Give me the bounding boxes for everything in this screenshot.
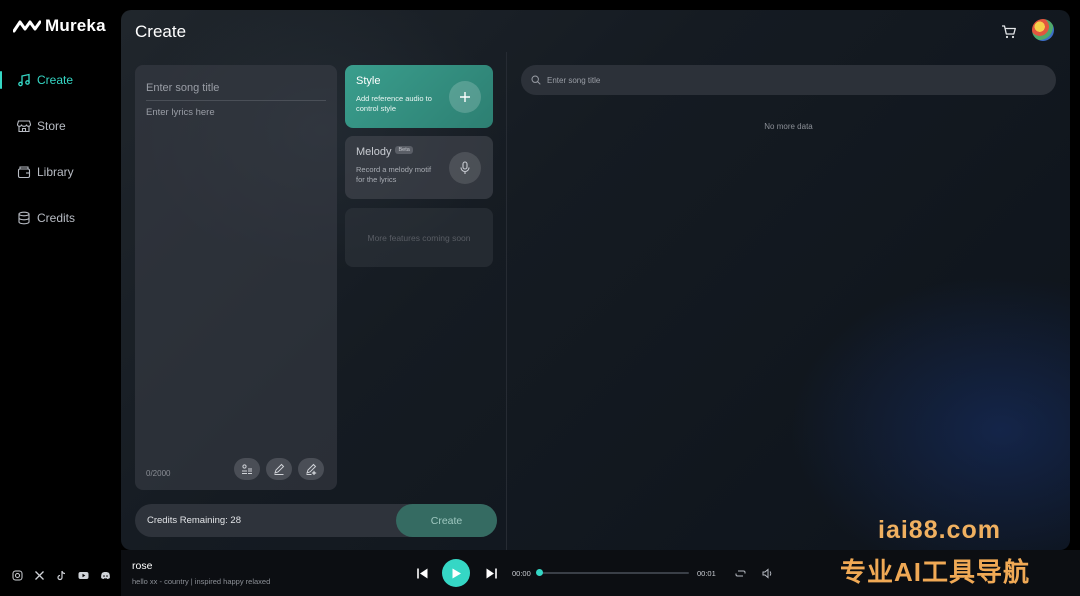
tiktok-icon[interactable] <box>56 570 67 581</box>
time-current: 00:00 <box>512 569 531 578</box>
sidebar-item-create[interactable]: Create <box>0 66 121 94</box>
credits-remaining: Credits Remaining: 28 <box>147 515 241 526</box>
create-button[interactable]: Create <box>396 504 497 537</box>
instagram-icon[interactable] <box>12 570 23 581</box>
track-title: rose <box>132 560 153 572</box>
style-card[interactable]: Style Add reference audio to control sty… <box>345 65 493 128</box>
skip-next-icon <box>486 568 497 578</box>
style-card-description: Add reference audio to control style <box>356 94 432 113</box>
song-search <box>521 65 1056 95</box>
logo[interactable]: Mureka <box>13 16 106 36</box>
store-icon <box>17 120 31 133</box>
add-style-button[interactable] <box>449 81 481 113</box>
panel-divider <box>506 52 507 550</box>
skip-previous-icon <box>416 568 427 578</box>
cart-icon[interactable] <box>1001 24 1017 40</box>
progress-bar[interactable] <box>536 569 689 576</box>
library-icon <box>17 166 31 179</box>
watermark-url: iai88.com <box>878 516 1001 544</box>
sidebar: Mureka Create Store Library Credits <box>0 0 121 596</box>
logo-text: Mureka <box>45 16 106 35</box>
logo-icon <box>13 20 41 33</box>
beta-badge: Beta <box>395 146 413 154</box>
discord-icon[interactable] <box>100 570 111 581</box>
lyrics-editor: 0/2000 <box>135 65 337 490</box>
search-input[interactable] <box>547 75 1027 85</box>
ai-lyrics-button[interactable] <box>298 458 324 480</box>
avatar[interactable] <box>1032 19 1054 41</box>
watermark-text: 专业AI工具导航 <box>840 557 1031 587</box>
music-note-icon <box>18 73 30 87</box>
empty-state-text: No more data <box>764 122 813 131</box>
credits-bar: Credits Remaining: 28 Create <box>135 504 497 537</box>
sidebar-item-label: Store <box>37 119 66 133</box>
volume-button[interactable] <box>761 567 773 579</box>
sidebar-item-label: Create <box>37 73 74 87</box>
pen-icon <box>274 463 285 475</box>
volume-icon <box>762 567 771 579</box>
melody-card-description: Record a melody motif for the lyrics <box>356 165 432 184</box>
melody-card-title: Melody Beta <box>356 146 413 158</box>
sidebar-item-store[interactable]: Store <box>0 112 121 140</box>
search-icon <box>531 75 541 85</box>
main-panel: Create 0/2000 Style Add reference audio … <box>121 10 1070 550</box>
lyrics-template-button[interactable] <box>234 458 260 480</box>
page-title: Create <box>135 22 187 41</box>
song-title-input[interactable] <box>146 75 326 101</box>
record-melody-button[interactable] <box>449 152 481 184</box>
plus-icon <box>460 92 470 102</box>
lyrics-input[interactable] <box>146 107 326 447</box>
microphone-icon <box>460 161 470 174</box>
previous-track-button[interactable] <box>414 565 430 581</box>
youtube-icon[interactable] <box>78 570 89 581</box>
database-icon <box>18 211 30 225</box>
sidebar-nav: Create Store Library Credits <box>0 66 121 250</box>
more-features-card: More features coming soon <box>345 208 493 267</box>
repeat-icon <box>735 570 745 576</box>
social-links <box>12 570 111 581</box>
sidebar-item-label: Credits <box>37 211 76 225</box>
sidebar-item-label: Library <box>37 165 74 179</box>
char-count: 0/2000 <box>146 469 171 478</box>
repeat-button[interactable] <box>734 567 746 579</box>
time-total: 00:01 <box>697 569 716 578</box>
next-track-button[interactable] <box>483 565 499 581</box>
sparkle-pen-icon <box>306 463 317 475</box>
write-lyrics-button[interactable] <box>266 458 292 480</box>
style-card-title: Style <box>356 75 381 87</box>
sidebar-item-credits[interactable]: Credits <box>0 204 121 232</box>
progress-handle[interactable] <box>536 569 543 576</box>
sidebar-item-library[interactable]: Library <box>0 158 121 186</box>
play-icon <box>452 568 461 578</box>
lyrics-list-icon <box>242 464 252 474</box>
track-meta: hello xx - country | inspired happy rela… <box>132 577 271 586</box>
melody-card[interactable]: Melody Beta Record a melody motif for the… <box>345 136 493 199</box>
x-icon[interactable] <box>34 570 45 581</box>
play-button[interactable] <box>442 559 470 587</box>
